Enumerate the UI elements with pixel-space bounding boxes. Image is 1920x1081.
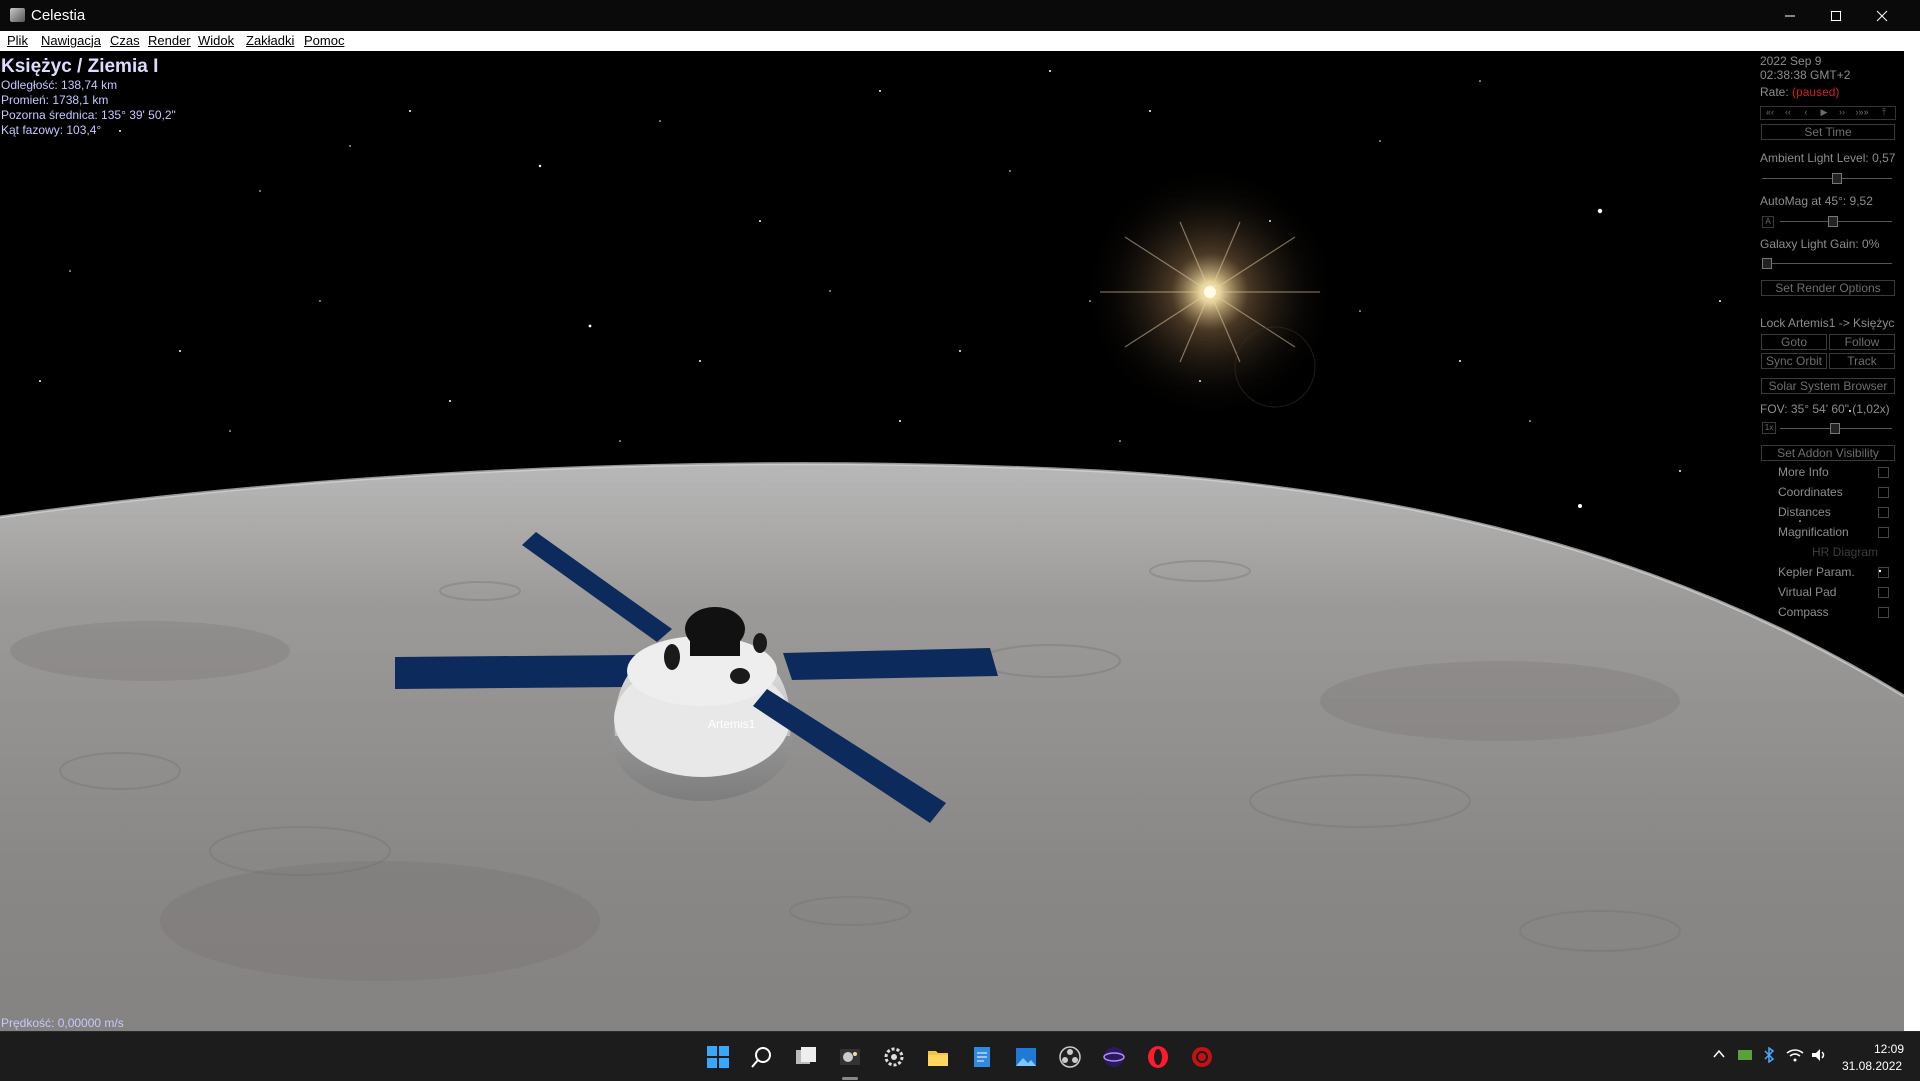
tray-app-green-icon[interactable] [1737,1047,1753,1066]
sync-orbit-button[interactable]: Sync Orbit [1761,353,1827,369]
fov-knob[interactable] [1830,423,1840,434]
solar-system-browser-button[interactable]: Solar System Browser [1761,378,1895,394]
menu-plik[interactable]: Plik [7,33,28,48]
menu-czas[interactable]: Czas [110,33,140,48]
obs-icon[interactable] [1058,1045,1082,1069]
opera-icon[interactable] [1146,1045,1170,1069]
automag-knob[interactable] [1828,216,1838,227]
settings-icon[interactable] [882,1045,906,1069]
apparent-diameter-readout: Pozorna średnica: 135° 39' 50,2" [1,108,176,122]
checkbox-magnification-label: Magnification [1778,525,1849,539]
phase-angle-readout: Kąt fazowy: 103,4° [1,123,102,137]
time-control-play[interactable]: ▶ [1817,105,1831,119]
speed-readout: Prędkość: 0,00000 m/s [1,1016,124,1030]
celestia-app-icon [10,8,25,22]
distance-readout: Odległość: 138,74 km [1,78,118,92]
app-icon[interactable] [1102,1045,1126,1069]
maximize-button[interactable] [1813,0,1859,31]
checkbox-compass[interactable] [1878,607,1889,618]
clock-date[interactable]: 31.08.2022 [1842,1059,1902,1073]
spacecraft-label: Artemis1 [708,717,756,731]
checkbox-kepler-param[interactable] [1878,567,1889,578]
time-controls: «‹ ‹‹ ‹ ▶ ›› ›»» ⤒ [1760,106,1896,120]
follow-button[interactable]: Follow [1829,334,1895,350]
window-title: Celestia [31,7,86,24]
rate-value: (paused) [1792,85,1840,99]
menu-zakladki[interactable]: Zakładki [246,33,294,48]
notepad-icon[interactable] [970,1045,994,1069]
fov-reset-button[interactable]: 1x [1762,422,1776,434]
galaxy-gain-label: Galaxy Light Gain: 0% [1760,237,1880,251]
time-control-reverse[interactable]: ‹ [1799,105,1813,119]
window-edge [1904,31,1920,1031]
galaxy-gain-slider[interactable] [1762,263,1892,264]
radius-readout: Promień: 1738,1 km [1,93,109,107]
time-control-faster-reverse[interactable]: ‹‹ [1781,105,1795,119]
search-icon[interactable] [750,1045,774,1069]
track-button[interactable]: Track [1829,353,1895,369]
photos-icon[interactable] [1014,1045,1038,1069]
menu-widok[interactable]: Widok [198,33,234,48]
sun [1080,162,1340,422]
rate-label: Rate: (paused) [1760,85,1840,99]
time-control-faster[interactable]: ›› [1835,105,1849,119]
minimize-button[interactable] [1767,0,1813,31]
close-button[interactable] [1859,0,1905,31]
clock-time[interactable]: 12:09 [1874,1042,1904,1056]
checkbox-compass-label: Compass [1778,605,1829,619]
checkbox-distances-label: Distances [1778,505,1831,519]
ambient-light-slider[interactable] [1762,178,1892,179]
fov-label: FOV: 35° 54' 60" (1,02x) [1760,402,1890,416]
title-bar: Celestia [0,0,1920,31]
menu-render[interactable]: Render [148,33,191,48]
checkbox-kepler-param-label: Kepler Param. [1778,565,1855,579]
checkbox-more-info[interactable] [1878,467,1889,478]
checkbox-virtual-pad[interactable] [1878,587,1889,598]
taskbar: 12:09 31.08.2022 [0,1031,1920,1081]
object-title: Księżyc / Ziemia I [1,56,159,77]
checkbox-more-info-label: More Info [1778,465,1829,479]
time-control-now[interactable]: ⤒ [1877,105,1891,119]
menu-nawigacja[interactable]: Nawigacja [41,33,101,48]
checkbox-coordinates-label: Coordinates [1778,485,1843,499]
menu-bar: Plik Nawigacja Czas Render Widok Zakładk… [0,31,1904,51]
tray-bluetooth-icon[interactable] [1761,1046,1777,1066]
tray-overflow-chevron-icon[interactable] [1712,1047,1726,1064]
render-viewport[interactable]: Księżyc / Ziemia I Odległość: 138,74 km … [0,51,1904,1031]
set-render-options-button[interactable]: Set Render Options [1761,280,1895,296]
time-control-fastest-reverse[interactable]: «‹ [1763,105,1777,119]
time-control-fastest[interactable]: ›»» [1853,105,1871,119]
automag-label: AutoMag at 45°: 9,52 [1760,194,1873,208]
checkbox-coordinates[interactable] [1878,487,1889,498]
checkbox-distances[interactable] [1878,507,1889,518]
goto-button[interactable]: Goto [1761,334,1827,350]
ambient-light-label: Ambient Light Level: 0,57 [1760,151,1896,165]
lock-label: Lock Artemis1 -> Księżyc [1760,316,1895,330]
space-scene [0,70,1904,1031]
galaxy-gain-knob[interactable] [1762,258,1772,269]
windows-start-icon[interactable] [706,1045,730,1069]
volume-icon[interactable] [1810,1047,1828,1066]
object-info-hud: Księżyc / Ziemia I Odległość: 138,74 km … [1,56,176,138]
celestia-icon[interactable] [838,1045,862,1069]
menu-pomoc[interactable]: Pomoc [304,33,344,48]
wifi-icon[interactable] [1786,1047,1804,1066]
time-display: 02:38:38 GMT+2 [1760,68,1851,82]
automag-toggle-button[interactable]: A [1762,216,1774,228]
file-explorer-icon[interactable] [926,1045,950,1069]
checkbox-virtual-pad-label: Virtual Pad [1778,585,1837,599]
date-display: 2022 Sep 9 [1760,54,1822,68]
checkbox-hr-diagram-label: HR Diagram [1812,545,1879,559]
set-time-button[interactable]: Set Time [1761,124,1895,140]
app-red-icon[interactable] [1190,1045,1214,1069]
checkbox-magnification[interactable] [1878,527,1889,538]
ambient-light-knob[interactable] [1832,173,1842,184]
task-view-icon[interactable] [794,1045,818,1069]
set-addon-visibility-button[interactable]: Set Addon Visibility [1761,445,1895,461]
